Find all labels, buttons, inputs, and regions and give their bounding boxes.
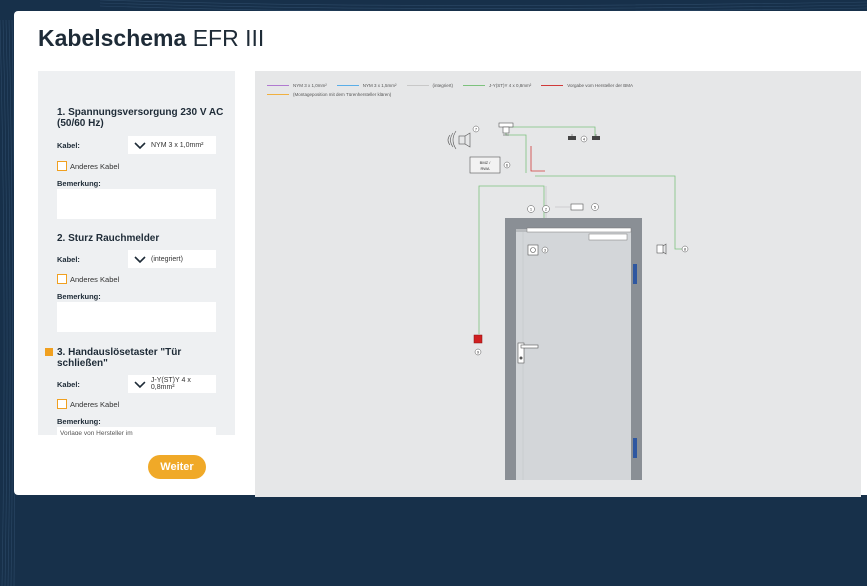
siren-icon [447, 130, 471, 150]
bmz-label-2: RWA [480, 166, 489, 171]
remark-textarea[interactable] [57, 302, 216, 332]
main-card: Kabelschema EFR III 1. Spannungsversorgu… [14, 11, 867, 497]
page-title-model: EFR III [192, 25, 265, 51]
kabel-label: Kabel: [57, 380, 80, 389]
other-cable-label: Anderes Kabel [70, 274, 120, 284]
cable-form-panel[interactable]: 1. Spannungsversorgung 230 V AC (50/60 H… [38, 71, 235, 435]
kabel-select[interactable]: NYM 3 x 1,0mm² [128, 136, 216, 154]
hinge-bottom [633, 438, 637, 458]
cable-diagram: NYM 3 x 1,0mm² NYM 3 x 1,5mm² (integrier… [255, 71, 861, 497]
door-closer [526, 227, 632, 233]
other-cable-checkbox-row[interactable]: Anderes Kabel [57, 161, 119, 171]
kabel-select-value: NYM 3 x 1,0mm² [151, 141, 204, 149]
manual-release-button-icon [473, 334, 483, 344]
section-title: 3. Handauslösetaster "Tür schließen" [57, 347, 182, 369]
kabel-select[interactable]: J-Y(ST)Y 4 x 0,8mm² [128, 375, 216, 393]
remark-label: Bemerkung: [57, 292, 101, 301]
wall-button-icon [656, 243, 667, 255]
page-title-bold: Kabelschema [38, 25, 187, 51]
section-title: 2. Sturz Rauchmelder [57, 233, 160, 244]
kabel-label: Kabel: [57, 255, 80, 264]
bmz-label-1: BMZ / [480, 160, 492, 165]
other-cable-checkbox[interactable] [57, 161, 67, 171]
remark-textarea[interactable] [57, 189, 216, 219]
chevron-down-icon [134, 142, 146, 150]
other-cable-checkbox[interactable] [57, 399, 67, 409]
section-title: 1. Spannungsversorgung 230 V AC (50/60 H… [57, 107, 224, 129]
smoke-switch-icon [527, 244, 539, 256]
other-cable-checkbox[interactable] [57, 274, 67, 284]
kabel-select-value: (integriert) [151, 255, 183, 263]
next-button[interactable]: Weiter [148, 455, 206, 479]
other-cable-checkbox-row[interactable]: Anderes Kabel [57, 274, 119, 284]
remark-label: Bemerkung: [57, 179, 101, 188]
active-section-marker [45, 348, 53, 356]
kabel-label: Kabel: [57, 141, 80, 150]
other-cable-label: Anderes Kabel [70, 161, 120, 171]
closer-arm [588, 233, 628, 241]
hinge-top [633, 264, 637, 284]
chevron-down-icon [134, 256, 146, 264]
smoke-detector-icon [498, 122, 514, 136]
door-handle [520, 344, 539, 349]
door-leaf [516, 229, 631, 480]
other-cable-label: Anderes Kabel [70, 399, 120, 409]
other-cable-checkbox-row[interactable]: Anderes Kabel [57, 399, 119, 409]
kabel-select[interactable]: (integriert) [128, 250, 216, 268]
chevron-down-icon [134, 381, 146, 389]
kabel-select-value: J-Y(ST)Y 4 x 0,8mm² [150, 377, 191, 391]
hold-magnet-icon [570, 203, 584, 211]
door-wiring-drawing: 7 4 BMZ / RWA 6 1 2 5 3 9 8 [447, 122, 689, 480]
page-title: Kabelschema EFR III [38, 25, 264, 52]
remark-textarea[interactable]: Vorlage von Hersteller im [57, 427, 216, 435]
remark-label: Bemerkung: [57, 417, 101, 426]
